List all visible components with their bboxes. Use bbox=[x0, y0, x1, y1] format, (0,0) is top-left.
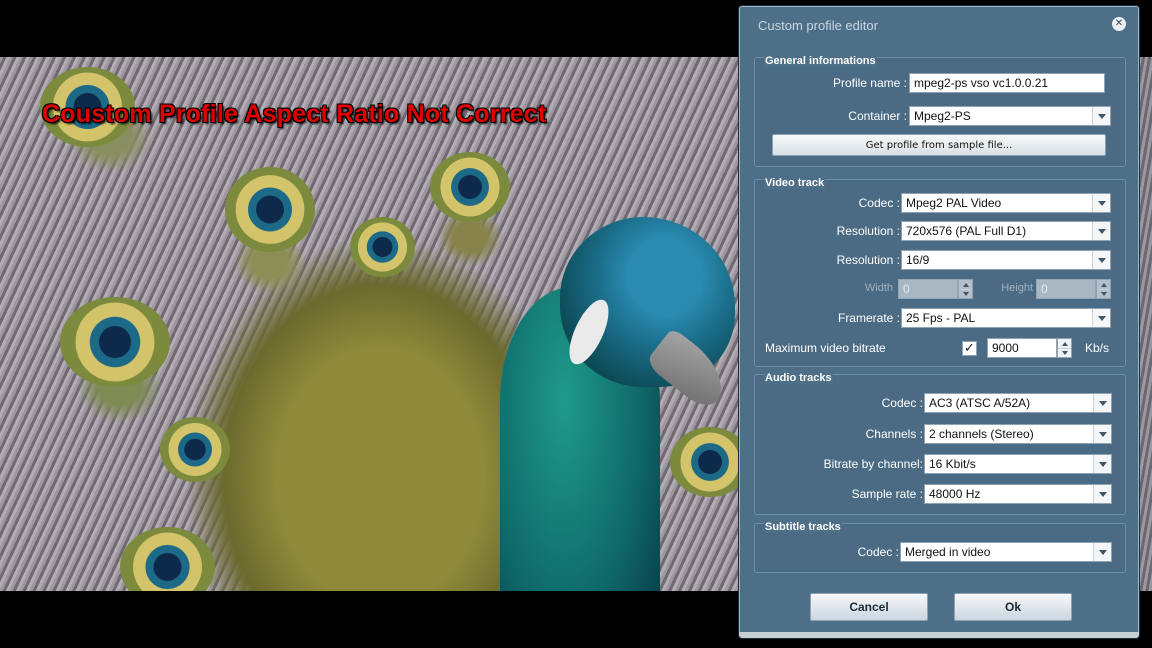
subtitle-codec-label: Codec : bbox=[857, 545, 899, 559]
audio-section: Audio tracks Codec : AC3 (ATSC A/52A) Ch… bbox=[754, 372, 1126, 515]
sample-rate-select[interactable]: 48000 Hz bbox=[924, 484, 1112, 504]
section-title-audio: Audio tracks bbox=[764, 372, 833, 384]
channels-value: 2 channels (Stereo) bbox=[929, 427, 1034, 441]
height-stepper[interactable] bbox=[1096, 279, 1111, 299]
max-video-bitrate-checkbox[interactable]: ✓ bbox=[962, 341, 977, 356]
get-profile-from-sample-button[interactable]: Get profile from sample file... bbox=[772, 134, 1106, 156]
subtitle-codec-value: Merged in video bbox=[905, 545, 991, 559]
bitrate-unit-label: Kb/s bbox=[1085, 341, 1110, 355]
resolution-label: Resolution : bbox=[836, 224, 900, 238]
close-icon[interactable]: ✕ bbox=[1112, 17, 1126, 31]
feather-eye bbox=[350, 217, 415, 277]
feather-eye bbox=[670, 427, 750, 497]
profile-name-label: Profile name : bbox=[832, 76, 907, 90]
aspect-select[interactable]: 16/9 bbox=[901, 250, 1111, 270]
custom-profile-dialog: Custom profile editor ✕ General informat… bbox=[739, 6, 1139, 638]
audio-bitrate-label: Bitrate by channel: bbox=[823, 457, 923, 471]
video-frame-edge bbox=[1139, 57, 1152, 591]
chevron-down-icon[interactable] bbox=[1092, 194, 1110, 212]
height-label: Height bbox=[1001, 282, 1033, 294]
framerate-label: Framerate : bbox=[837, 311, 900, 325]
max-video-bitrate-stepper[interactable] bbox=[1057, 338, 1072, 358]
framerate-value: 25 Fps - PAL bbox=[906, 311, 976, 325]
section-title-general: General informations bbox=[764, 55, 877, 67]
video-codec-value: Mpeg2 PAL Video bbox=[906, 196, 1002, 210]
max-video-bitrate-label: Maximum video bitrate bbox=[765, 341, 886, 355]
channels-label: Channels : bbox=[865, 427, 923, 441]
container-value: Mpeg2-PS bbox=[914, 109, 971, 123]
video-codec-select[interactable]: Mpeg2 PAL Video bbox=[901, 193, 1111, 213]
feather-eye bbox=[225, 167, 315, 252]
chevron-down-icon[interactable] bbox=[1093, 485, 1111, 503]
resolution-select[interactable]: 720x576 (PAL Full D1) bbox=[901, 221, 1111, 241]
chevron-down-icon[interactable] bbox=[1093, 543, 1111, 561]
height-input[interactable]: 0 bbox=[1036, 279, 1096, 299]
width-label: Width bbox=[864, 282, 893, 294]
channels-select[interactable]: 2 channels (Stereo) bbox=[924, 424, 1112, 444]
ok-button[interactable]: Ok bbox=[954, 593, 1072, 621]
chevron-down-icon[interactable] bbox=[1092, 309, 1110, 327]
feather-eye bbox=[60, 297, 170, 387]
audio-bitrate-value: 16 Kbit/s bbox=[929, 457, 976, 471]
dialog-bottom-edge bbox=[739, 632, 1139, 638]
resolution-value: 720x576 (PAL Full D1) bbox=[906, 224, 1027, 238]
audio-codec-select[interactable]: AC3 (ATSC A/52A) bbox=[924, 393, 1112, 413]
feather-eye bbox=[120, 527, 215, 591]
audio-bitrate-select[interactable]: 16 Kbit/s bbox=[924, 454, 1112, 474]
chevron-down-icon[interactable] bbox=[1093, 394, 1111, 412]
subtitle-section: Subtitle tracks Codec : Merged in video bbox=[754, 521, 1126, 573]
chevron-down-icon[interactable] bbox=[1092, 251, 1110, 269]
chevron-down-icon[interactable] bbox=[1093, 425, 1111, 443]
width-input[interactable]: 0 bbox=[898, 279, 958, 299]
audio-codec-value: AC3 (ATSC A/52A) bbox=[929, 396, 1031, 410]
width-stepper[interactable] bbox=[958, 279, 973, 299]
section-title-video: Video track bbox=[764, 177, 826, 189]
video-codec-label: Codec : bbox=[858, 196, 900, 210]
max-video-bitrate-input[interactable]: 9000 bbox=[987, 338, 1057, 358]
chevron-down-icon[interactable] bbox=[1093, 455, 1111, 473]
aspect-value: 16/9 bbox=[906, 253, 930, 267]
sample-rate-value: 48000 Hz bbox=[929, 487, 981, 501]
video-section: Video track Codec : Mpeg2 PAL Video Reso… bbox=[754, 177, 1126, 367]
section-title-subtitle: Subtitle tracks bbox=[764, 521, 842, 533]
audio-codec-label: Codec : bbox=[881, 396, 923, 410]
dialog-title: Custom profile editor bbox=[758, 18, 878, 33]
aspect-label: Resolution : bbox=[836, 253, 900, 267]
feather-eye bbox=[160, 417, 230, 482]
profile-name-input[interactable]: mpeg2-ps vso vc1.0.0.21 bbox=[909, 73, 1105, 93]
container-label: Container : bbox=[848, 109, 907, 123]
sample-rate-label: Sample rate : bbox=[851, 487, 923, 501]
feather-eye bbox=[430, 152, 510, 222]
subtitle-codec-select[interactable]: Merged in video bbox=[900, 542, 1112, 562]
chevron-down-icon[interactable] bbox=[1092, 222, 1110, 240]
video-frame bbox=[0, 57, 760, 591]
overlay-caption: Coustom Profile Aspect Ratio Not Correct bbox=[42, 100, 547, 128]
container-select[interactable]: Mpeg2-PS bbox=[909, 106, 1111, 126]
chevron-down-icon[interactable] bbox=[1092, 107, 1110, 125]
cancel-button[interactable]: Cancel bbox=[810, 593, 928, 621]
framerate-select[interactable]: 25 Fps - PAL bbox=[901, 308, 1111, 328]
